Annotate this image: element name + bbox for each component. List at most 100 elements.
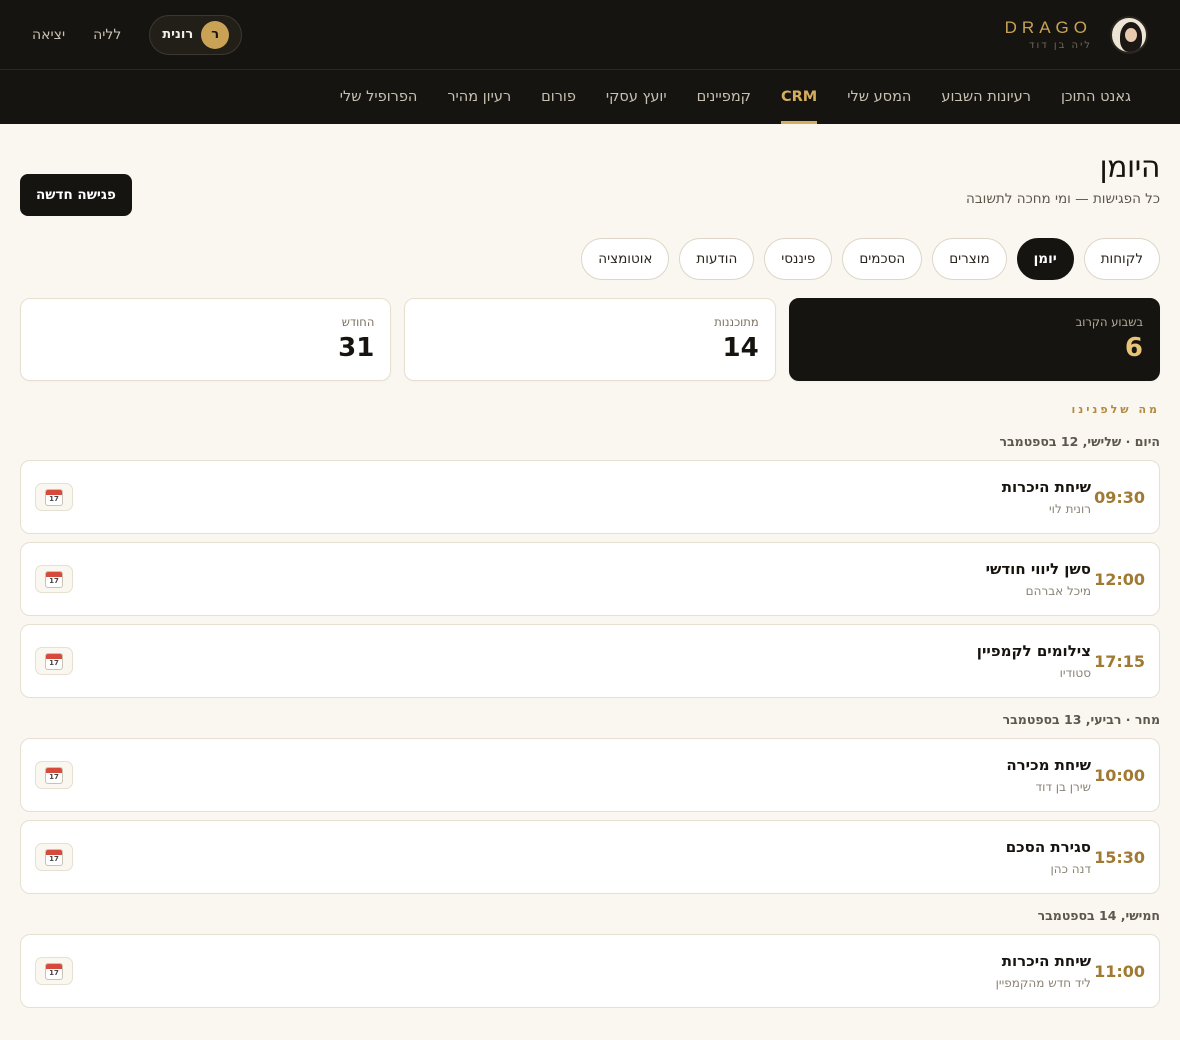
profile-avatar[interactable]	[1110, 15, 1148, 54]
stat-card-0: בשבוע הקרוב 6	[788, 298, 1160, 381]
tab-5[interactable]: הודעות	[679, 238, 755, 280]
user-name: רונית	[162, 27, 194, 42]
calendar-icon-day: 17	[49, 658, 59, 667]
stat-card-2: החודש 31	[20, 298, 392, 381]
logout-link[interactable]: יציאה	[32, 27, 65, 43]
event-title: צילומים לקמפיין	[976, 642, 1091, 660]
calendar-icon-day: 17	[49, 772, 59, 781]
stat-label: החודש	[341, 315, 375, 329]
event-row[interactable]: 12:00 סשן ליווי חודשי מיכל אברהם 17	[20, 542, 1160, 616]
user-switcher[interactable]: ר רונית	[149, 14, 243, 55]
day-group: חמישי, 14 בספטמבר 11:00 שיחת היכרות ליד חדש…	[20, 908, 1160, 1008]
event-time: 10:00	[1094, 765, 1145, 785]
add-to-calendar-button[interactable]: 17	[35, 565, 73, 593]
brand-text: DRAGO ליה בן דוד	[1005, 18, 1092, 51]
calendar-icon: 17	[45, 652, 63, 670]
stat-value: 6	[1124, 333, 1143, 363]
tab-3[interactable]: הסכמים	[842, 238, 923, 280]
stat-value: 14	[722, 333, 759, 363]
add-to-calendar-button[interactable]: 17	[35, 647, 73, 675]
stat-label: מתוכננות	[714, 315, 759, 329]
brand-name: DRAGO	[1004, 18, 1092, 37]
main-content: היומן כל הפגישות — ומי מחכה לתשובה פגישה…	[0, 124, 1180, 1008]
add-to-calendar-button[interactable]: 17	[35, 761, 73, 789]
event-attendee: מיכל אברהם	[1025, 584, 1091, 598]
page-subtitle: כל הפגישות — ומי מחכה לתשובה	[966, 191, 1160, 207]
day-label: מחר · רביעי, 13 בספטמבר	[1002, 712, 1160, 727]
event-info: סגירת הסכם דנה כהן	[1006, 838, 1091, 876]
page-titles: היומן כל הפגישות — ומי מחכה לתשובה	[966, 150, 1160, 207]
calendar-icon-day: 17	[49, 576, 59, 585]
nav-item-7[interactable]: רעיון מהיר	[432, 70, 526, 124]
event-title: סשן ליווי חודשי	[985, 560, 1091, 578]
calendar-icon: 17	[45, 488, 63, 506]
user-initial-badge: ר	[201, 20, 230, 49]
event-time: 12:00	[1094, 569, 1145, 589]
event-row[interactable]: 15:30 סגירת הסכם דנה כהן 17	[20, 820, 1160, 894]
agenda-kicker: מה שלפנינו	[1071, 403, 1160, 416]
day-label: חמישי, 14 בספטמבר	[1037, 908, 1160, 923]
event-row[interactable]: 11:00 שיחת היכרות ליד חדש מהקמפיין 17	[20, 934, 1160, 1008]
nav-item-0[interactable]: גאנט התוכן	[1046, 70, 1146, 124]
event-info: שיחת היכרות רונית לוי	[1002, 478, 1091, 516]
brand-subtitle: ליה בן דוד	[1029, 40, 1092, 51]
event-main: 15:30 סגירת הסכם דנה כהן	[1006, 838, 1145, 876]
event-main: 17:15 צילומים לקמפיין סטודיו	[977, 642, 1145, 680]
stat-value: 31	[338, 333, 375, 363]
event-main: 09:30 שיחת היכרות רונית לוי	[1002, 478, 1145, 516]
event-title: שיחת מכירה	[1006, 756, 1091, 774]
event-attendee: שירן בן דוד	[1035, 780, 1091, 794]
event-title: סגירת הסכם	[1005, 838, 1091, 856]
event-title: שיחת היכרות	[1001, 478, 1091, 496]
tab-1[interactable]: יומן	[1016, 238, 1074, 280]
add-to-calendar-button[interactable]: 17	[35, 483, 73, 511]
nav-item-3[interactable]: CRM	[766, 70, 832, 124]
calendar-icon: 17	[45, 848, 63, 866]
main-nav: גאנט התוכן רעיונות השבוע המסע שלי CRM קמפיינ…	[0, 70, 1180, 124]
calendar-icon: 17	[45, 766, 63, 784]
nav-item-2[interactable]: המסע שלי	[832, 70, 926, 124]
event-time: 09:30	[1094, 487, 1145, 507]
calendar-icon-day: 17	[49, 494, 59, 503]
event-info: צילומים לקמפיין סטודיו	[977, 642, 1091, 680]
tab-2[interactable]: מוצרים	[932, 238, 1007, 280]
page-header: היומן כל הפגישות — ומי מחכה לתשובה פגישה…	[20, 150, 1160, 216]
stat-label: בשבוע הקרוב	[1075, 315, 1143, 329]
tab-6[interactable]: אוטומציה	[581, 238, 670, 280]
event-attendee: סטודיו	[1059, 666, 1091, 680]
calendar-icon-day: 17	[49, 968, 59, 977]
event-main: 12:00 סשן ליווי חודשי מיכל אברהם	[986, 560, 1145, 598]
event-attendee: ליד חדש מהקמפיין	[995, 976, 1091, 990]
nav-item-4[interactable]: קמפיינים	[682, 70, 766, 124]
add-to-calendar-button[interactable]: 17	[35, 843, 73, 871]
event-time: 17:15	[1094, 651, 1145, 671]
day-group: מחר · רביעי, 13 בספטמבר 10:00 שיחת מכירה שי…	[20, 712, 1160, 894]
new-meeting-button[interactable]: פגישה חדשה	[20, 174, 132, 216]
event-main: 11:00 שיחת היכרות ליד חדש מהקמפיין	[996, 952, 1145, 990]
tab-4[interactable]: פיננסי	[764, 238, 833, 280]
tab-0[interactable]: לקוחות	[1083, 238, 1160, 280]
day-group: היום · שלישי, 12 בספטמבר 09:30 שיחת היכרות…	[20, 434, 1160, 698]
add-to-calendar-button[interactable]: 17	[35, 957, 73, 985]
event-attendee: דנה כהן	[1050, 862, 1091, 876]
event-row[interactable]: 09:30 שיחת היכרות רונית לוי 17	[20, 460, 1160, 534]
event-info: סשן ליווי חודשי מיכל אברהם	[986, 560, 1091, 598]
agenda-list: היום · שלישי, 12 בספטמבר 09:30 שיחת היכרות…	[20, 434, 1160, 1008]
night-link[interactable]: לליה	[93, 27, 121, 43]
calendar-icon: 17	[45, 962, 63, 980]
event-row[interactable]: 17:15 צילומים לקמפיין סטודיו 17	[20, 624, 1160, 698]
stat-card-1: מתוכננות 14	[404, 298, 776, 381]
event-info: שיחת מכירה שירן בן דוד	[1006, 756, 1091, 794]
event-title: שיחת היכרות	[1001, 952, 1091, 970]
event-time: 11:00	[1094, 961, 1145, 981]
event-main: 10:00 שיחת מכירה שירן בן דוד	[1006, 756, 1145, 794]
event-row[interactable]: 10:00 שיחת מכירה שירן בן דוד 17	[20, 738, 1160, 812]
nav-item-8[interactable]: הפרופיל שלי	[325, 70, 433, 124]
event-time: 15:30	[1094, 847, 1145, 867]
nav-item-6[interactable]: פורום	[526, 70, 591, 124]
nav-item-1[interactable]: רעיונות השבוע	[926, 70, 1046, 124]
top-bar: DRAGO ליה בן דוד ר רונית לליה יציאה	[0, 0, 1180, 70]
brand: DRAGO ליה בן דוד	[1005, 15, 1148, 54]
stats-row: בשבוע הקרוב 6 מתוכננות 14 החודש 31	[20, 298, 1160, 381]
nav-item-5[interactable]: יועץ עסקי	[591, 70, 682, 124]
